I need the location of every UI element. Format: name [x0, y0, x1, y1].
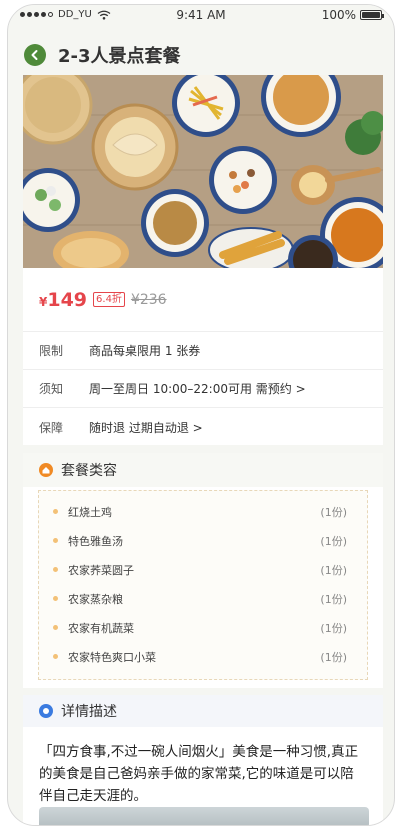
- package-item-name: 特色雅鱼汤: [68, 534, 123, 548]
- info-value: 商品每桌限用 1 张券: [89, 344, 201, 358]
- package-item: 农家有机蔬菜 (1份): [39, 613, 367, 642]
- info-label: 限制: [39, 344, 64, 358]
- package-item-qty: (1份): [320, 534, 347, 548]
- bullet-dot: [53, 509, 58, 514]
- back-button[interactable]: [24, 44, 46, 66]
- battery-percent: 100%: [321, 8, 356, 22]
- detail-description-text: 「四方食事,不过一碗人间烟火」美食是一种习惯,真正的美食是自己爸妈亲手做的家常菜…: [39, 744, 359, 804]
- package-item-qty: (1份): [320, 505, 347, 519]
- bullet-dot: [53, 567, 58, 572]
- bullet-dot: [53, 538, 58, 543]
- deal-info-card: ¥149 6.4折 ¥236 限制 商品每桌限用 1 张券 须知 周一至周日 1…: [23, 268, 383, 445]
- package-item-list: 红烧土鸡 (1份) 特色雅鱼汤 (1份) 农家荞菜圆子 (1份) 农家蒸杂粮 (…: [38, 490, 368, 680]
- info-label: 保障: [39, 420, 64, 435]
- package-item-qty: (1份): [320, 563, 347, 577]
- package-item-name: 农家荞菜圆子: [68, 563, 134, 577]
- package-item-qty: (1份): [320, 621, 347, 635]
- detail-section-header: 详情描述: [23, 695, 383, 727]
- package-item-name: 农家特色爽口小菜: [68, 650, 156, 664]
- package-contents-card: 套餐类容 红烧土鸡 (1份) 特色雅鱼汤 (1份) 农家荞菜圆子 (1份) 农家…: [23, 453, 383, 688]
- nav-header: 2-3人景点套餐: [8, 33, 394, 77]
- bullet-dot: [53, 625, 58, 630]
- chevron-left-icon: [31, 50, 38, 60]
- info-value: 随时退 过期自动退 >: [89, 420, 203, 435]
- package-item: 农家特色爽口小菜 (1份): [39, 642, 367, 671]
- info-label: 须知: [39, 382, 64, 396]
- hero-food-image: [23, 75, 383, 268]
- page-title: 2-3人景点套餐: [58, 46, 181, 67]
- detail-image: [39, 807, 369, 825]
- package-item: 红烧土鸡 (1份): [39, 497, 367, 526]
- info-row-guarantee[interactable]: 保障 随时退 过期自动退 >: [23, 408, 383, 446]
- info-value: 周一至周日 10:00–22:00可用 需预约 >: [89, 382, 306, 396]
- package-item-qty: (1份): [320, 592, 347, 606]
- bullet-dot: [53, 654, 58, 659]
- phone-frame: DD_YU 9:41 AM 100% 2-3人景点套餐 ¥149 6.4折 ¥2…: [7, 4, 395, 826]
- info-circle-icon: [39, 704, 53, 718]
- status-right: 100%: [321, 8, 384, 22]
- package-section-title: 套餐类容: [61, 463, 117, 479]
- package-item-name: 农家有机蔬菜: [68, 621, 134, 635]
- package-item-name: 红烧土鸡: [68, 505, 112, 519]
- package-item: 农家荞菜圆子 (1份): [39, 555, 367, 584]
- bullet-dot: [53, 596, 58, 601]
- info-row-limit: 限制 商品每桌限用 1 张券: [23, 332, 383, 370]
- detail-section-title: 详情描述: [61, 704, 117, 720]
- status-bar: DD_YU 9:41 AM 100%: [8, 5, 394, 27]
- battery-icon: [360, 10, 384, 20]
- house-icon: [39, 463, 53, 477]
- package-item-qty: (1份): [320, 650, 347, 664]
- info-row-notice[interactable]: 须知 周一至周日 10:00–22:00可用 需预约 >: [23, 370, 383, 408]
- food-spread-illustration: [23, 75, 383, 268]
- current-price: ¥149: [39, 288, 88, 311]
- package-item-name: 农家蒸杂粮: [68, 592, 123, 606]
- package-section-header: 套餐类容: [23, 453, 383, 487]
- original-price: ¥236: [130, 291, 167, 308]
- package-item: 农家蒸杂粮 (1份): [39, 584, 367, 613]
- detail-description-card: 详情描述 「四方食事,不过一碗人间烟火」美食是一种习惯,真正的美食是自己爸妈亲手…: [23, 695, 383, 825]
- discount-badge: 6.4折: [93, 292, 125, 307]
- price-row: ¥149 6.4折 ¥236: [23, 268, 383, 332]
- package-item: 特色雅鱼汤 (1份): [39, 526, 367, 555]
